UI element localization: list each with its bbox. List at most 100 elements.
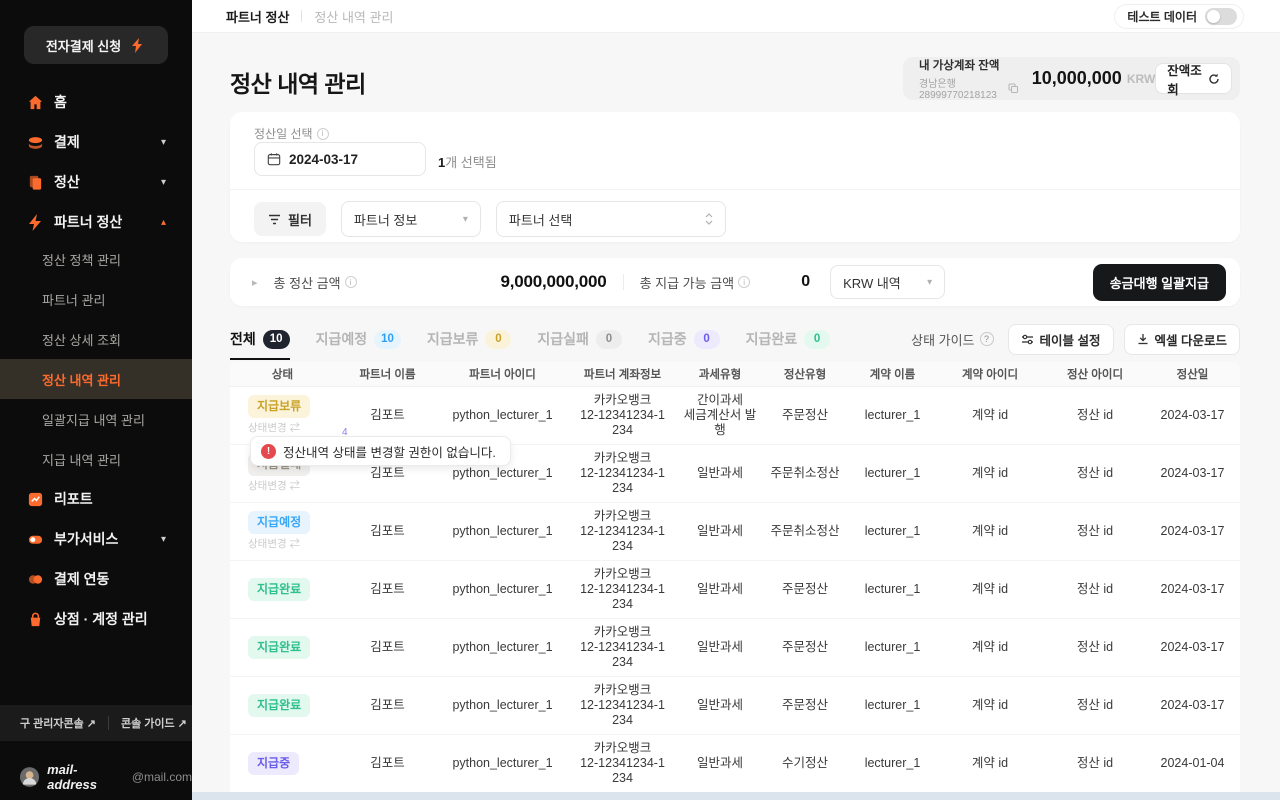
table-tools: 상태 가이드 ? 테이블 설정 엑셀 다운로드 — [911, 324, 1240, 354]
status-change-link[interactable]: 상태변경 ⇄ — [248, 421, 300, 436]
chevron-down-icon[interactable]: ▾ — [161, 534, 166, 545]
cell-settlement-type: 주문정산 — [760, 640, 850, 655]
test-data-label: 테스트 데이터 — [1127, 8, 1197, 25]
cell-partner-account: 카카오뱅크12-12341234-1234 — [565, 741, 680, 786]
info-icon[interactable]: i — [738, 276, 750, 288]
table-row[interactable]: 지급완료김포트python_lecturer_1카카오뱅크12-12341234… — [230, 561, 1240, 619]
cell-settlement-type: 수기정산 — [760, 756, 850, 771]
cell-partner-name: 김포트 — [335, 756, 440, 771]
sidebar-item-payment[interactable]: 결제 ▾ — [0, 122, 192, 162]
chevron-up-icon[interactable]: ▴ — [161, 217, 166, 228]
error-icon: ! — [261, 444, 276, 459]
main-content: 정산 내역 관리 내 가상계좌 잔액 경남은행 28999770218123 1… — [192, 33, 1280, 800]
filter-card: 정산일 선택 i 2024-03-17 1개 선택됨 필터 — [230, 112, 1240, 242]
sidebar: 전자결제 신청 홈 결제 ▾ 정산 ▾ — [0, 0, 192, 800]
sidebar-item-home[interactable]: 홈 — [0, 82, 192, 122]
store-icon — [26, 610, 44, 628]
status-change-link[interactable]: 상태변경 ⇄ — [248, 537, 300, 552]
tab-failed[interactable]: 지급실패 0 — [537, 324, 622, 354]
total-settlement-label: 총 정산 금액 i — [274, 273, 357, 292]
column-header: 파트너 계좌정보 — [565, 366, 680, 382]
total-label-text: 총 정산 금액 — [274, 273, 341, 292]
footer-divider — [108, 716, 109, 730]
info-icon[interactable]: i — [317, 128, 329, 140]
sidebar-item-store-account[interactable]: 상점 · 계정 관리 — [0, 599, 192, 639]
cell-contract-id: 계약 id — [935, 756, 1045, 771]
tab-in-progress[interactable]: 지급중 0 — [648, 324, 720, 354]
virtual-account-balance-card: 내 가상계좌 잔액 경남은행 28999770218123 10,000,000… — [903, 57, 1240, 100]
cell-partner-name: 김포트 — [335, 582, 440, 597]
currency-select[interactable]: KRW 내역 ▾ — [830, 265, 945, 299]
cell-tax-type: 간이과세세금계산서 발행 — [680, 393, 760, 438]
sidebar-item-report[interactable]: 리포트 — [0, 479, 192, 519]
tab-all[interactable]: 전체 10 — [230, 324, 290, 354]
sidebar-subitem-payout-history[interactable]: 지급 내역 관리 — [0, 439, 192, 479]
account-domain: @mail.com — [132, 770, 192, 784]
status-guide-link[interactable]: 상태 가이드 ? — [911, 330, 993, 349]
chevron-down-icon[interactable]: ▾ — [161, 177, 166, 188]
table-settings-button[interactable]: 테이블 설정 — [1008, 324, 1114, 355]
partner-info-dropdown[interactable]: 파트너 정보 ▾ — [341, 201, 481, 237]
column-header: 파트너 아이디 — [440, 366, 565, 382]
cell-partner-id: python_lecturer_1 — [440, 582, 565, 597]
old-console-link[interactable]: 구 관리자콘솔 ↗ — [20, 715, 96, 731]
filter-row: 필터 파트너 정보 ▾ 파트너 선택 — [254, 201, 726, 237]
test-data-toggle[interactable] — [1205, 8, 1237, 25]
bulk-transfer-label: 송금대행 일괄지급 — [1110, 273, 1209, 292]
cell-settlement-id: 정산 id — [1045, 582, 1145, 597]
currency-select-value: KRW 내역 — [843, 273, 901, 292]
status-badge: 지급예정 — [248, 511, 310, 534]
table-row[interactable]: 지급완료김포트python_lecturer_1카카오뱅크12-12341234… — [230, 677, 1240, 735]
cell-status: 지급중 — [230, 752, 335, 775]
console-guide-link[interactable]: 콘솔 가이드 ↗ — [121, 715, 187, 731]
sidebar-subitem-policy[interactable]: 정산 정책 관리 — [0, 239, 192, 279]
sidebar-item-settlement[interactable]: 정산 ▾ — [0, 162, 192, 202]
tab-label: 지급보류 — [427, 329, 479, 349]
e-payment-apply-button[interactable]: 전자결제 신청 — [24, 26, 168, 64]
sidebar-item-integration[interactable]: 결제 연동 — [0, 559, 192, 599]
total-settlement-value: 9,000,000,000 — [357, 272, 607, 292]
cell-partner-account: 카카오뱅크12-12341234-1234 — [565, 567, 680, 612]
sidebar-item-addons[interactable]: 부가서비스 ▾ — [0, 519, 192, 559]
sidebar-subitem-partner[interactable]: 파트너 관리 — [0, 279, 192, 319]
expand-caret-icon[interactable]: ▸ — [252, 276, 258, 289]
sidebar-item-partner-settlement[interactable]: 파트너 정산 ▴ — [0, 202, 192, 242]
balance-check-button[interactable]: 잔액조회 — [1155, 63, 1232, 94]
tab-count-badge: 0 — [485, 330, 511, 349]
breadcrumb-parent[interactable]: 파트너 정산 — [226, 7, 289, 26]
tab-completed[interactable]: 지급완료 0 — [746, 324, 831, 354]
cell-settlement-id: 정산 id — [1045, 640, 1145, 655]
bulk-transfer-button[interactable]: 송금대행 일괄지급 — [1093, 264, 1226, 301]
tab-scheduled[interactable]: 지급예정 10 — [316, 324, 401, 354]
account-area[interactable]: mail-address @mail.com — [20, 762, 192, 792]
cell-partner-account: 카카오뱅크12-12341234-1234 — [565, 683, 680, 728]
table-row[interactable]: 지급완료김포트python_lecturer_1카카오뱅크12-12341234… — [230, 619, 1240, 677]
sidebar-subitem-history-active[interactable]: 정산 내역 관리 — [0, 359, 192, 399]
cell-contract-id: 계약 id — [935, 640, 1045, 655]
column-header: 정산일 — [1145, 366, 1240, 382]
status-change-link[interactable]: 상태변경 ⇄ — [248, 479, 300, 494]
date-picker-input[interactable]: 2024-03-17 — [254, 142, 426, 176]
partner-select-dropdown[interactable]: 파트너 선택 — [496, 201, 726, 237]
cell-contract-name: lecturer_1 — [850, 756, 935, 771]
cell-settlement-id: 정산 id — [1045, 698, 1145, 713]
copy-icon[interactable] — [1008, 83, 1018, 93]
sidebar-subitem-bulk-payout[interactable]: 일괄지급 내역 관리 — [0, 399, 192, 439]
balance-check-label: 잔액조회 — [1167, 60, 1203, 98]
tab-hold[interactable]: 지급보류 0 — [427, 324, 512, 354]
cell-contract-name: lecturer_1 — [850, 466, 935, 481]
tab-label: 지급실패 — [537, 329, 589, 349]
table-row[interactable]: 지급중김포트python_lecturer_1카카오뱅크12-12341234-… — [230, 735, 1240, 793]
filter-button[interactable]: 필터 — [254, 202, 326, 236]
cell-partner-account: 카카오뱅크12-12341234-1234 — [565, 393, 680, 438]
info-icon[interactable]: i — [345, 276, 357, 288]
test-data-pill: 테스트 데이터 — [1114, 4, 1244, 29]
chevron-down-icon[interactable]: ▾ — [161, 137, 166, 148]
cell-settlement-date: 2024-03-17 — [1145, 582, 1240, 597]
sidebar-item-label: 상점 · 계정 관리 — [54, 609, 148, 629]
balance-amount: 10,000,000 — [1032, 68, 1122, 89]
sidebar-subitem-detail[interactable]: 정산 상세 조회 — [0, 319, 192, 359]
excel-download-button[interactable]: 엑셀 다운로드 — [1124, 324, 1240, 355]
column-header: 정산유형 — [760, 366, 850, 382]
table-row[interactable]: 지급예정상태변경 ⇄김포트python_lecturer_1카카오뱅크12-12… — [230, 503, 1240, 561]
